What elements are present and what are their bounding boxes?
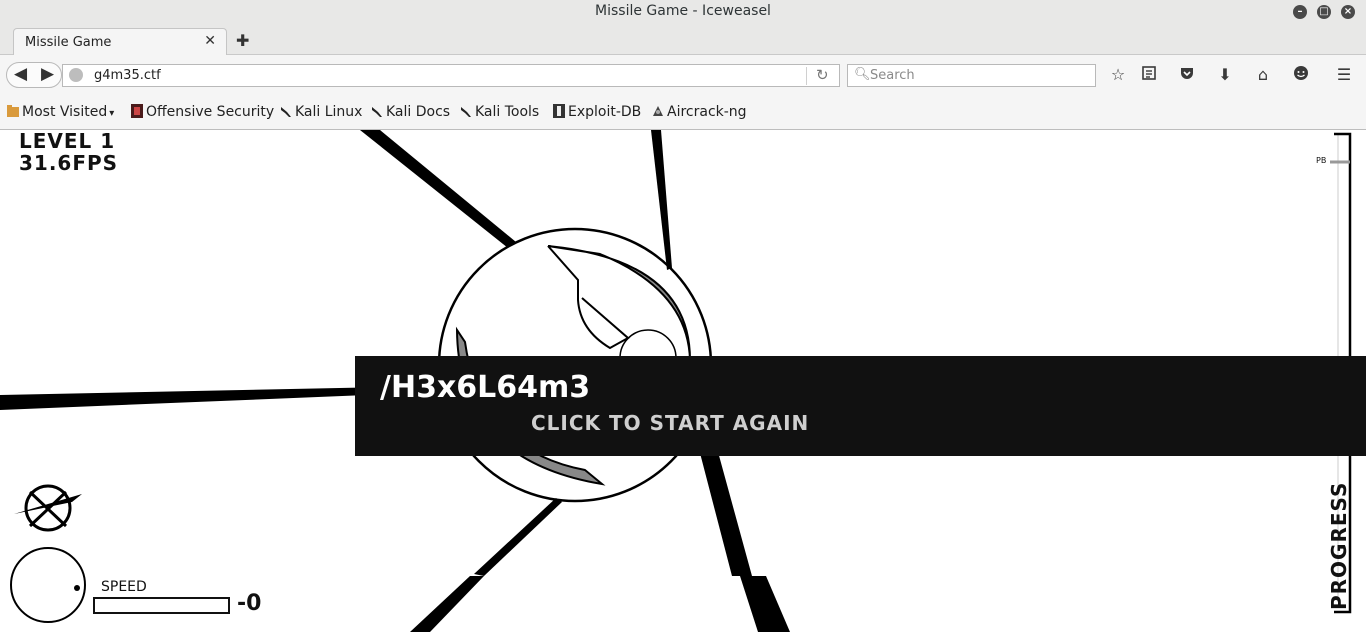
- kali-dragon-icon: [460, 104, 472, 118]
- speed-label: SPEED: [101, 579, 147, 595]
- fps-readout: 31.6FPS: [19, 151, 119, 175]
- tab-label: Missile Game: [25, 35, 112, 50]
- minimize-icon[interactable]: –: [1293, 5, 1307, 19]
- folder-icon: [7, 104, 19, 118]
- bookmark-aircrack-ng[interactable]: Aircrack-ng: [652, 104, 747, 120]
- pb-label: PB: [1316, 156, 1327, 165]
- bookmarks-toolbar: Most Visited ▾ Offensive Security Kali Li…: [0, 95, 1366, 130]
- pocket-icon[interactable]: [1176, 65, 1198, 85]
- maximize-icon[interactable]: □: [1317, 5, 1331, 19]
- secret-path-text: /H3x6L64m3: [380, 370, 591, 405]
- progress-label: PROGRESS: [1327, 481, 1351, 610]
- speed-value: -0: [237, 591, 262, 616]
- bookmark-most-visited[interactable]: Most Visited ▾: [7, 104, 114, 120]
- kali-dragon-icon: [371, 104, 383, 118]
- tab-missile-game[interactable]: Missile Game ✕: [13, 28, 227, 56]
- search-icon: 🔍︎: [854, 67, 871, 82]
- bookmark-label: Most Visited: [22, 104, 108, 120]
- bookmark-exploit-db[interactable]: Exploit-DB: [553, 104, 641, 120]
- offsec-icon: [131, 104, 143, 118]
- url-bar[interactable]: g4m35.ctf ↻: [62, 64, 840, 87]
- search-box[interactable]: 🔍︎: [847, 64, 1096, 87]
- close-tab-icon[interactable]: ✕: [204, 33, 216, 49]
- obstacle-spoke: [474, 498, 562, 576]
- close-window-icon[interactable]: ×: [1341, 5, 1355, 19]
- downloads-icon[interactable]: ⬇: [1214, 65, 1236, 85]
- url-text[interactable]: g4m35.ctf: [94, 68, 161, 83]
- tab-strip: Missile Game ✕ ✚: [0, 24, 1366, 56]
- bookmark-label: Kali Linux: [295, 104, 363, 120]
- restart-prompt[interactable]: CLICK TO START AGAIN: [531, 411, 809, 435]
- bookmark-label: Kali Docs: [386, 104, 451, 120]
- home-icon[interactable]: ⌂: [1252, 65, 1274, 85]
- game-canvas[interactable]: LEVEL 1 31.6FPS PB /H3x6L64m3 CLICK TO S…: [0, 130, 1366, 632]
- back-arrow-icon[interactable]: ◀: [14, 64, 27, 84]
- navigation-toolbar: ◀ ▶ g4m35.ctf ↻ 🔍︎ ☆ ⬇ ⌂ ☰: [0, 55, 1366, 95]
- exploitdb-icon: [553, 104, 565, 118]
- obstacle-spoke: [360, 130, 516, 248]
- window-titlebar: Missile Game - Iceweasel – □ ×: [0, 0, 1366, 24]
- progress-indicator: PROGRESS: [1327, 481, 1353, 610]
- level-label: LEVEL 1: [19, 130, 116, 153]
- obstacle-spoke: [740, 576, 790, 632]
- bookmark-kali-docs[interactable]: Kali Docs: [371, 104, 450, 120]
- back-forward-group: ◀ ▶: [6, 62, 62, 88]
- site-identity-icon[interactable]: [69, 68, 83, 82]
- radar-dial: [10, 547, 86, 623]
- bookmark-label: Kali Tools: [475, 104, 540, 120]
- aircrack-icon: [652, 104, 664, 118]
- game-over-banner[interactable]: /H3x6L64m3 CLICK TO START AGAIN: [355, 356, 1366, 456]
- reload-icon[interactable]: ↻: [816, 66, 829, 84]
- window-title: Missile Game - Iceweasel: [595, 3, 771, 19]
- kali-dragon-icon: [280, 104, 292, 118]
- bookmark-star-icon[interactable]: ☆: [1107, 65, 1129, 85]
- bookmark-label: Exploit-DB: [568, 104, 642, 120]
- speed-meter: [93, 597, 230, 614]
- reading-list-icon[interactable]: [1138, 65, 1160, 85]
- hello-chat-icon[interactable]: [1290, 65, 1312, 85]
- new-tab-icon[interactable]: ✚: [236, 31, 249, 50]
- forward-arrow-icon[interactable]: ▶: [41, 64, 54, 84]
- obstacle-spoke: [651, 130, 672, 270]
- bookmark-offensive-security[interactable]: Offensive Security: [131, 104, 274, 120]
- bookmark-kali-linux[interactable]: Kali Linux: [280, 104, 362, 120]
- search-input[interactable]: [870, 67, 1090, 84]
- url-separator: [806, 67, 807, 85]
- bookmark-label: Aircrack-ng: [667, 104, 747, 120]
- hamburger-menu-icon[interactable]: ☰: [1333, 65, 1355, 85]
- hud-level: LEVEL 1 31.6FPS: [19, 130, 118, 174]
- obstacle-spoke: [410, 576, 484, 632]
- radar-blip: [74, 585, 80, 591]
- bookmark-label: Offensive Security: [146, 104, 275, 120]
- bookmark-kali-tools[interactable]: Kali Tools: [460, 104, 539, 120]
- chevron-down-icon: ▾: [109, 108, 115, 119]
